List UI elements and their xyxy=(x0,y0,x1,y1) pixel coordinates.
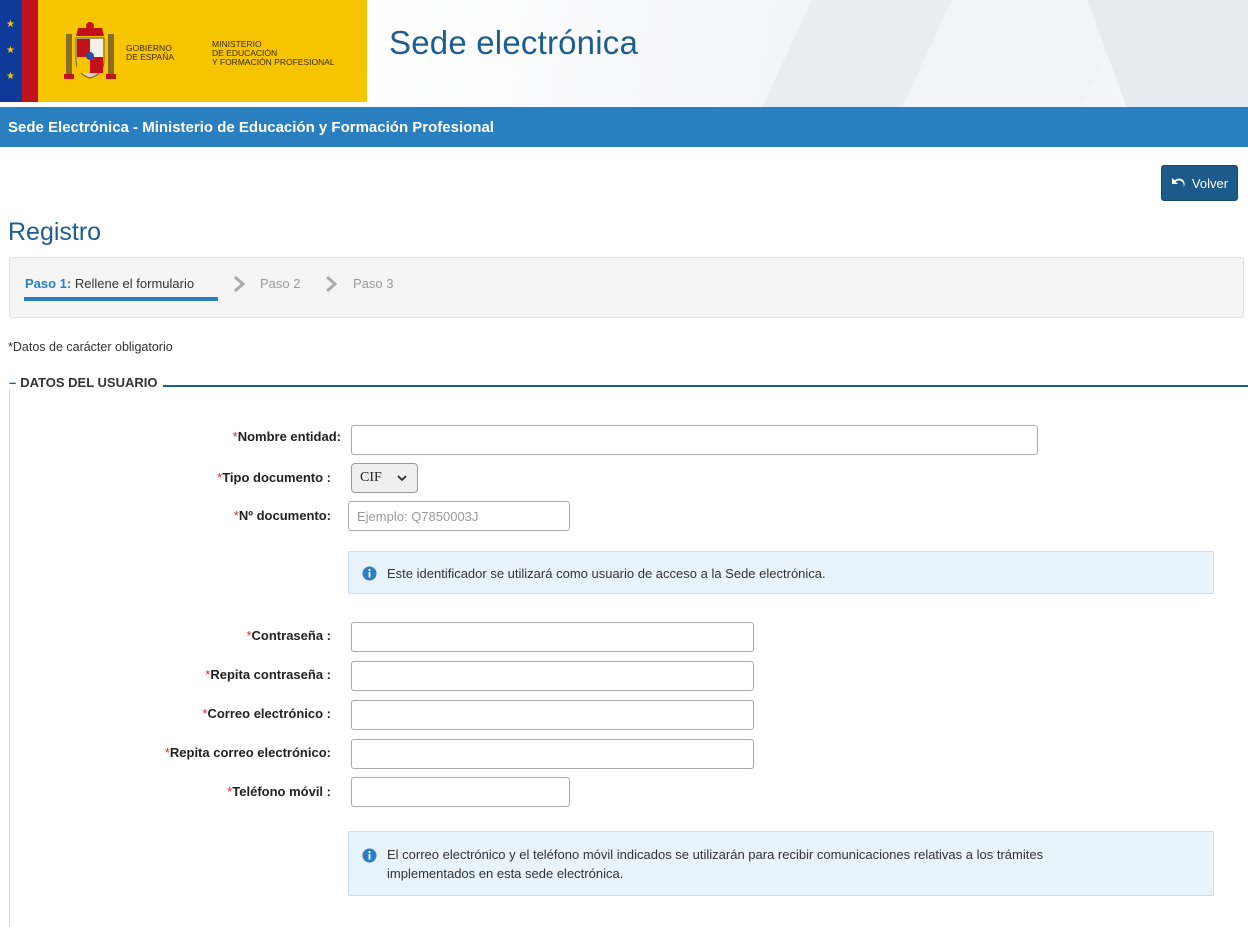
tipo-documento-value: CIF xyxy=(360,470,382,485)
email-label-row: *Correo electrónico : xyxy=(0,706,331,726)
tipo-label-row: *Tipo documento : xyxy=(0,470,331,490)
active-step-indicator xyxy=(24,297,218,301)
government-label: GOBIERNO DE ESPAÑA xyxy=(126,43,175,62)
info-contact-box: El correo electrónico y el teléfono móvi… xyxy=(348,831,1214,896)
site-header: ★ ★ ★ GOBIERNO DE ESPAÑA MINISTERIO DE E… xyxy=(0,0,1248,107)
contrasena-label: *Contraseña : xyxy=(246,628,331,643)
back-button-label: Volver xyxy=(1191,175,1229,191)
repita-contrasena-input[interactable] xyxy=(351,661,754,691)
nombre-entidad-input[interactable] xyxy=(351,425,1038,455)
chevron-right-icon xyxy=(234,275,246,293)
repita-correo-input[interactable] xyxy=(351,739,754,769)
n-documento-label: *Nº documento: xyxy=(233,508,331,523)
correo-label: *Correo electrónico : xyxy=(202,706,331,721)
page-title: Registro xyxy=(8,218,102,246)
step-1-label: Paso 1: xyxy=(25,276,72,291)
pass2-label-row: *Repita contraseña : xyxy=(0,667,331,687)
info-icon xyxy=(362,566,377,581)
step-1: Paso 1: Rellene el formulario xyxy=(25,276,194,291)
step-3: Paso 3 xyxy=(353,276,394,291)
info-identifier-box: Este identificador se utilizará como usu… xyxy=(348,551,1214,594)
info-identifier-text: Este identificador se utilizará como usu… xyxy=(387,566,826,581)
chevron-right-icon xyxy=(326,275,338,293)
government-logo[interactable]: ★ ★ ★ GOBIERNO DE ESPAÑA MINISTERIO DE E… xyxy=(0,0,367,102)
step-1-text: Rellene el formulario xyxy=(71,276,195,291)
contrasena-input[interactable] xyxy=(351,622,754,652)
star-icon: ★ xyxy=(6,71,15,82)
nombre-entidad-label: *Nombre entidad: xyxy=(232,429,341,444)
n-documento-input[interactable] xyxy=(348,501,570,531)
step-2: Paso 2 xyxy=(260,276,301,291)
tipo-documento-label: *Tipo documento : xyxy=(217,470,331,485)
info-contact-text: El correo electrónico y el teléfono móvi… xyxy=(387,847,1044,881)
email2-label-row: *Repita correo electrónico: xyxy=(0,745,331,765)
repita-contrasena-label: *Repita contraseña : xyxy=(205,667,331,682)
coat-of-arms-icon xyxy=(64,22,116,79)
section-bar-title[interactable]: Sede Electrónica - Ministerio de Educaci… xyxy=(8,119,494,136)
nombre-label-row: *Nombre entidad: xyxy=(0,429,341,449)
undo-icon xyxy=(1171,177,1185,188)
tipo-documento-select[interactable]: CIF xyxy=(351,463,418,493)
ministry-label: MINISTERIO DE EDUCACIÓN Y FORMACIÓN PROF… xyxy=(212,39,335,67)
step-indicator: Paso 1: Rellene el formulario Paso 2 Pas… xyxy=(9,257,1244,318)
chevron-down-icon xyxy=(397,475,407,482)
back-button[interactable]: Volver xyxy=(1161,165,1238,201)
fieldset-legend: – DATOS DEL USUARIO xyxy=(7,375,164,390)
star-icon: ★ xyxy=(6,19,15,30)
site-title: Sede electrónica xyxy=(389,24,639,61)
telefono-label: *Teléfono móvil : xyxy=(227,784,331,799)
info-icon xyxy=(362,848,377,863)
ndoc-label-row: *Nº documento: xyxy=(0,508,331,528)
phone-label-row: *Teléfono móvil : xyxy=(0,784,331,804)
correo-input[interactable] xyxy=(351,700,754,730)
mandatory-note: *Datos de carácter obligatorio xyxy=(8,340,173,354)
star-icon: ★ xyxy=(6,45,15,56)
telefono-input[interactable] xyxy=(351,777,570,807)
pass-label-row: *Contraseña : xyxy=(0,628,331,648)
repita-correo-label: *Repita correo electrónico: xyxy=(164,745,331,760)
section-bar: Sede Electrónica - Ministerio de Educaci… xyxy=(0,107,1248,147)
